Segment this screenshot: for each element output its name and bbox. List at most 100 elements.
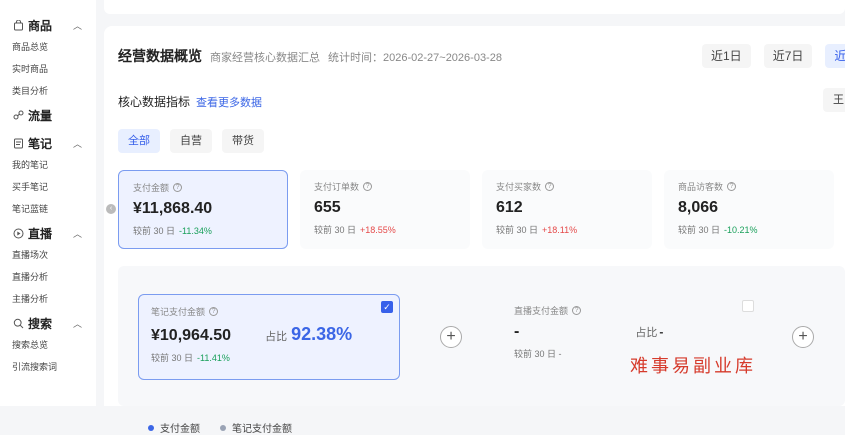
metric-label-row: 商品访客数?: [678, 180, 820, 193]
flow-icon: [12, 109, 24, 121]
sidebar-item[interactable]: 实时商品: [0, 58, 96, 80]
legend-label: 笔记支付金额: [232, 424, 292, 435]
breakdown-label-row: 直播支付金额?: [514, 304, 750, 317]
metric-card-payment-amount[interactable]: 支付金额? ¥11,868.40 较前 30 日 -11.34%: [118, 170, 288, 249]
overview-panel: 经营数据概览 商家经营核心数据汇总 统计时间：2026-02-27~2026-0…: [104, 26, 845, 435]
sidebar-item[interactable]: 类目分析: [0, 80, 96, 102]
sidebar-section-label: 商品: [28, 18, 53, 33]
sidebar-section-label: 直播: [28, 226, 53, 241]
help-icon[interactable]: ?: [173, 183, 183, 192]
metric-compare: 较前 30 日 +18.11%: [496, 223, 638, 236]
metric-label: 支付订单数: [314, 182, 360, 192]
breakdown-value: ¥10,964.50: [151, 327, 232, 344]
sidebar-section-goods[interactable]: 商品 ︿: [0, 14, 96, 36]
metric-label-row: 支付订单数?: [314, 180, 456, 193]
breakdown-compare: 较前 30 日 -11.41%: [151, 351, 387, 364]
share-label: 占比: [635, 327, 658, 339]
sidebar-item[interactable]: 直播场次: [0, 244, 96, 266]
sidebar-item[interactable]: 商品总览: [0, 36, 96, 58]
help-icon[interactable]: ?: [545, 182, 555, 191]
metric-label: 支付金额: [133, 183, 170, 193]
collapse-icon[interactable]: ‹: [106, 204, 116, 214]
change-value: -: [558, 349, 562, 359]
help-icon[interactable]: ?: [727, 182, 737, 191]
tab-all[interactable]: 全部: [118, 129, 160, 153]
sidebar-item[interactable]: 买手笔记: [0, 176, 96, 198]
sidebar-item[interactable]: 引流搜索词: [0, 356, 96, 378]
search-icon: [12, 317, 24, 329]
sidebar-item[interactable]: 直播分析: [0, 266, 96, 288]
play-icon: [12, 227, 24, 239]
metric-card-visitors[interactable]: 商品访客数? 8,066 较前 30 日 -10.21%: [664, 170, 834, 249]
metric-compare: 较前 30 日 -10.21%: [678, 223, 820, 236]
breakdown-card-notes[interactable]: ✓ 笔记支付金额? ¥10,964.50 占比 92.38% 较前 30 日 -1…: [138, 294, 400, 380]
add-compare-icon[interactable]: +: [792, 326, 814, 348]
breakdown-panel: ✓ 笔记支付金额? ¥10,964.50 占比 92.38% 较前 30 日 -1…: [118, 266, 845, 435]
checkbox-checked-icon[interactable]: ✓: [381, 301, 393, 313]
breakdown-value-row: - 占比 -: [514, 323, 750, 341]
breakdown-value-row: ¥10,964.50 占比 92.38%: [151, 324, 387, 345]
add-compare-icon[interactable]: +: [440, 326, 462, 348]
compare-label: 较前 30 日: [151, 353, 194, 363]
main-content: 经营数据概览 商家经营核心数据汇总 统计时间：2026-02-27~2026-0…: [96, 0, 845, 435]
core-metrics-header: 核心数据指标 查看更多数据: [118, 93, 262, 110]
sidebar-item[interactable]: 搜索总览: [0, 334, 96, 356]
top-strip: [104, 0, 845, 14]
chevron-up-icon[interactable]: ︿: [73, 19, 82, 32]
metric-compare: 较前 30 日 +18.55%: [314, 223, 456, 236]
change-value: -11.34%: [179, 226, 212, 236]
breakdown-label-row: 笔记支付金额?: [151, 305, 387, 318]
sidebar-section-live[interactable]: 直播 ︿: [0, 222, 96, 244]
sidebar-item[interactable]: 笔记蓝链: [0, 198, 96, 220]
legend-item[interactable]: 笔记支付金额: [220, 420, 292, 435]
page-subtitle: 商家经营核心数据汇总: [210, 52, 320, 64]
date-btn-7d[interactable]: 近7日: [763, 44, 813, 68]
sidebar-section-label: 笔记: [28, 136, 53, 151]
metric-compare: 较前 30 日 -11.34%: [133, 224, 273, 237]
date-btn-30d[interactable]: 近30: [825, 44, 845, 68]
tab-self-operated[interactable]: 自营: [170, 129, 212, 153]
tab-affiliate[interactable]: 带货: [222, 129, 264, 153]
change-value: +18.55%: [360, 225, 396, 235]
metric-card-orders[interactable]: 支付订单数? 655 较前 30 日 +18.55%: [300, 170, 470, 249]
legend-item[interactable]: 支付金额: [148, 420, 200, 435]
checkbox-icon[interactable]: [742, 300, 754, 312]
change-value: -10.21%: [724, 225, 758, 235]
overview-header: 经营数据概览 商家经营核心数据汇总 统计时间：2026-02-27~2026-0…: [118, 46, 502, 66]
sidebar-item[interactable]: 我的笔记: [0, 154, 96, 176]
help-icon[interactable]: ?: [363, 182, 373, 191]
change-value: -11.41%: [197, 353, 230, 363]
more-data-link[interactable]: 查看更多数据: [196, 94, 262, 110]
chevron-up-icon[interactable]: ︿: [73, 227, 82, 240]
help-icon[interactable]: ?: [572, 306, 582, 315]
legend-label: 支付金额: [160, 424, 200, 435]
sidebar-section-search[interactable]: 搜索 ︿: [0, 312, 96, 334]
metric-value: 8,066: [678, 199, 719, 216]
legend-dot-icon: [148, 424, 154, 431]
chevron-up-icon[interactable]: ︿: [73, 317, 82, 330]
compare-label: 较前 30 日: [314, 225, 357, 235]
stat-time: 统计时间：2026-02-27~2026-03-28: [328, 52, 502, 64]
watermark: 难事易副业库: [630, 356, 756, 377]
chart-legend: 支付金额 笔记支付金额: [148, 420, 312, 435]
date-range-selector: 近1日 近7日 近30: [702, 44, 845, 68]
sidebar-section-label: 流量: [28, 108, 53, 123]
chevron-up-icon[interactable]: ︿: [73, 137, 82, 150]
sidebar-section-notes[interactable]: 笔记 ︿: [0, 132, 96, 154]
core-metrics-title: 核心数据指标: [118, 95, 191, 109]
breakdown-label: 笔记支付金额: [151, 307, 206, 317]
breakdown-label: 直播支付金额: [514, 306, 569, 316]
edit-metrics-button[interactable]: 王: [823, 88, 845, 112]
page-title: 经营数据概览: [118, 48, 202, 64]
metric-cards: 支付金额? ¥11,868.40 较前 30 日 -11.34% 支付订单数? 6…: [118, 170, 845, 249]
metric-label: 支付买家数: [496, 182, 542, 192]
help-icon[interactable]: ?: [209, 307, 219, 316]
metric-card-buyers[interactable]: 支付买家数? 612 较前 30 日 +18.11%: [482, 170, 652, 249]
sidebar-section-traffic[interactable]: 流量: [0, 104, 96, 126]
sidebar-item[interactable]: 主播分析: [0, 288, 96, 310]
metric-label-row: 支付买家数?: [496, 180, 638, 193]
compare-label: 较前 30 日: [678, 225, 721, 235]
change-value: +18.11%: [542, 225, 578, 235]
compare-label: 较前 30 日: [514, 349, 557, 359]
date-btn-1d[interactable]: 近1日: [702, 44, 751, 68]
